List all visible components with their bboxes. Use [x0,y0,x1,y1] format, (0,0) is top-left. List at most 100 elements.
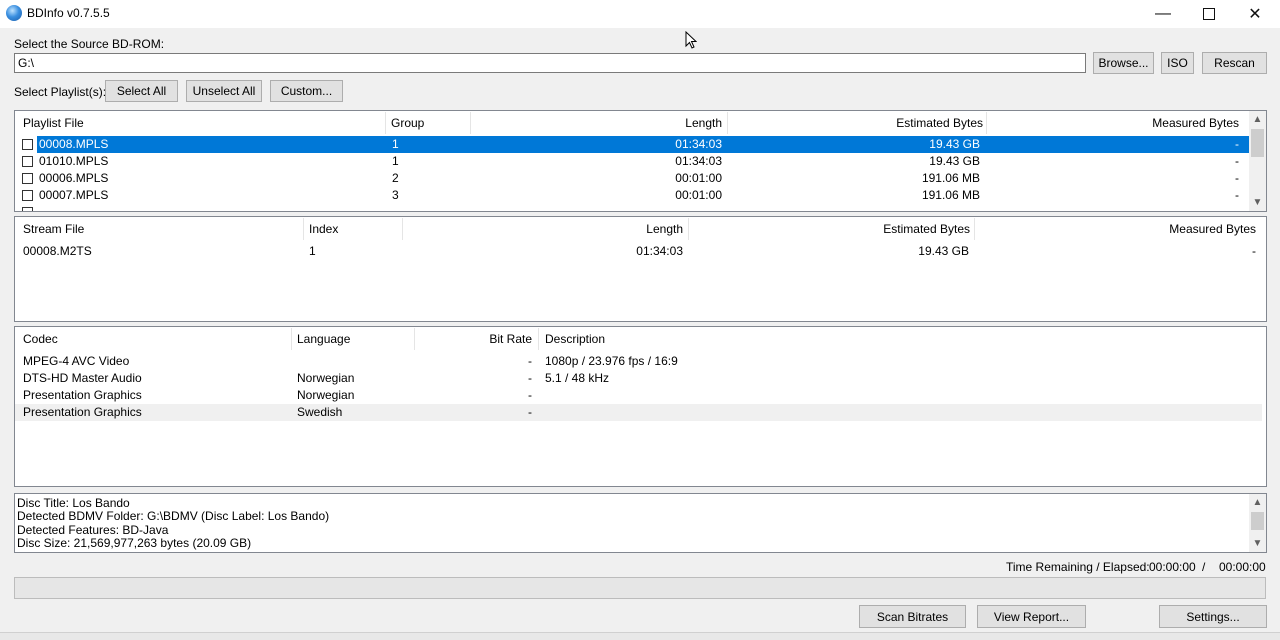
column-header-estimated-bytes[interactable]: Estimated Bytes [727,111,983,135]
codec-row[interactable]: MPEG-4 AVC Video - 1080p / 23.976 fps / … [15,353,1262,370]
codec-list[interactable]: Codec Language Bit Rate Description MPEG… [14,326,1267,487]
playlist-checkbox[interactable] [22,139,33,150]
codec-row[interactable]: Presentation Graphics Swedish - [15,404,1262,421]
codec-description: 5.1 / 48 kHz [545,371,610,385]
codec-name: Presentation Graphics [23,388,142,402]
disc-info-textbox[interactable]: Disc Title: Los Bando Detected BDMV Fold… [14,493,1267,553]
codec-bit-rate: - [528,405,532,419]
playlist-length: 01:34:03 [675,137,722,151]
playlist-row[interactable]: 01010.MPLS 1 01:34:03 19.43 GB - [15,153,1250,170]
codec-language: Norwegian [297,388,355,402]
source-label: Select the Source BD-ROM: [14,37,165,51]
column-header-length[interactable]: Length [470,111,722,135]
bdinfo-disc-icon [6,5,22,21]
select-all-button[interactable]: Select All [105,80,178,102]
time-separator: / [1202,560,1206,574]
column-header-group[interactable]: Group [391,111,424,135]
playlist-checkbox[interactable] [22,156,33,167]
playlist-group: 1 [392,154,399,168]
playlist-measured-bytes: - [1235,171,1239,185]
iso-button[interactable]: ISO [1161,52,1194,74]
column-header-index[interactable]: Index [309,217,338,241]
disc-info-line: Detected Features: BD-Java [17,522,169,537]
playlist-estimated-bytes: 19.43 GB [929,154,980,168]
column-header-estimated-bytes[interactable]: Estimated Bytes [688,217,970,241]
close-button[interactable]: ✕ [1232,0,1278,28]
column-header-description[interactable]: Description [545,327,605,351]
maximize-button[interactable] [1186,0,1232,28]
browse-button[interactable]: Browse... [1093,52,1154,74]
rescan-button[interactable]: Rescan [1202,52,1267,74]
playlist-group: 1 [392,137,399,151]
scan-progress-bar [14,577,1266,599]
playlist-file-name: 00006.MPLS [39,171,109,185]
column-header-length[interactable]: Length [402,217,683,241]
source-path-input[interactable] [14,53,1086,73]
column-header-measured-bytes[interactable]: Measured Bytes [986,111,1239,135]
playlist-list[interactable]: Playlist File Group Length Estimated Byt… [14,110,1267,212]
stream-row[interactable]: 00008.M2TS 1 01:34:03 19.43 GB - [15,243,1266,260]
codec-language: Norwegian [297,371,355,385]
codec-name: MPEG-4 AVC Video [23,354,130,368]
disc-info-line: Disc Size: 21,569,977,263 bytes (20.09 G… [17,535,252,550]
playlist-scrollbar[interactable]: ▲ ▼ [1249,111,1266,211]
codec-language: Swedish [297,405,343,419]
scan-bitrates-button[interactable]: Scan Bitrates [859,605,966,628]
column-header-stream-file[interactable]: Stream File [23,217,84,241]
view-report-button[interactable]: View Report... [977,605,1086,628]
partial-row-checkbox [22,207,33,211]
column-header-codec[interactable]: Codec [23,327,58,351]
stream-list[interactable]: Stream File Index Length Estimated Bytes… [14,216,1267,322]
playlist-length: 01:34:03 [675,154,722,168]
column-header-playlist-file[interactable]: Playlist File [23,111,84,135]
column-header-bit-rate[interactable]: Bit Rate [414,327,532,351]
playlist-file-name: 00008.MPLS [39,137,109,151]
time-remaining-label: Time Remaining / Elapsed: [1006,560,1150,574]
playlist-file-name: 01010.MPLS [39,154,109,168]
mouse-cursor-icon [685,31,697,49]
column-header-measured-bytes[interactable]: Measured Bytes [974,217,1256,241]
playlist-row[interactable]: 00008.MPLS 1 01:34:03 19.43 GB - [15,136,1250,153]
column-header-language[interactable]: Language [297,327,350,351]
codec-description: 1080p / 23.976 fps / 16:9 [545,354,678,368]
unselect-all-button[interactable]: Unselect All [186,80,262,102]
disc-info-line: Disc Title: Los Bando [17,496,130,510]
playlist-label: Select Playlist(s): [14,85,107,99]
minimize-button[interactable]: — [1140,0,1186,28]
disc-info-line: Detected BDMV Folder: G:\BDMV (Disc Labe… [17,509,330,524]
playlist-estimated-bytes: 19.43 GB [929,137,980,151]
scroll-down-icon[interactable]: ▼ [1249,194,1266,211]
playlist-row[interactable]: 00006.MPLS 2 00:01:00 191.06 MB - [15,170,1250,187]
playlist-checkbox[interactable] [22,173,33,184]
scroll-thumb[interactable] [1251,512,1264,530]
close-icon: ✕ [1248,6,1262,23]
settings-button[interactable]: Settings... [1159,605,1267,628]
stream-estimated-bytes: 19.43 GB [918,244,969,258]
time-elapsed-value: 00:00:00 [1219,560,1266,574]
playlist-group: 2 [392,171,399,185]
scroll-up-icon[interactable]: ▲ [1249,111,1266,128]
stream-measured-bytes: - [1252,244,1256,258]
codec-row[interactable]: DTS-HD Master Audio Norwegian - 5.1 / 48… [15,370,1262,387]
custom-button[interactable]: Custom... [270,80,343,102]
codec-name: DTS-HD Master Audio [23,371,142,385]
codec-bit-rate: - [528,354,532,368]
info-scrollbar[interactable]: ▲ ▼ [1249,494,1266,552]
playlist-checkbox[interactable] [22,190,33,201]
stream-file-name: 00008.M2TS [23,244,92,258]
time-remaining-value: 00:00:00 [1149,560,1196,574]
scroll-down-icon[interactable]: ▼ [1249,535,1266,552]
maximize-icon [1203,8,1215,20]
playlist-estimated-bytes: 191.06 MB [921,188,980,202]
playlist-file-name: 00007.MPLS [39,188,109,202]
scroll-up-icon[interactable]: ▲ [1249,494,1266,511]
scroll-thumb[interactable] [1251,129,1264,157]
stream-length: 01:34:03 [636,244,683,258]
stream-index: 1 [309,244,316,258]
title-bar: BDInfo v0.7.5.5 — ✕ [0,0,1280,28]
disc-info-text: Disc Title: Los Bando Detected BDMV Fold… [17,496,330,550]
playlist-row[interactable]: 00007.MPLS 3 00:01:00 191.06 MB - [15,187,1250,204]
codec-row[interactable]: Presentation Graphics Norwegian - [15,387,1262,404]
minimize-icon: — [1155,5,1171,22]
playlist-length: 00:01:00 [675,188,722,202]
